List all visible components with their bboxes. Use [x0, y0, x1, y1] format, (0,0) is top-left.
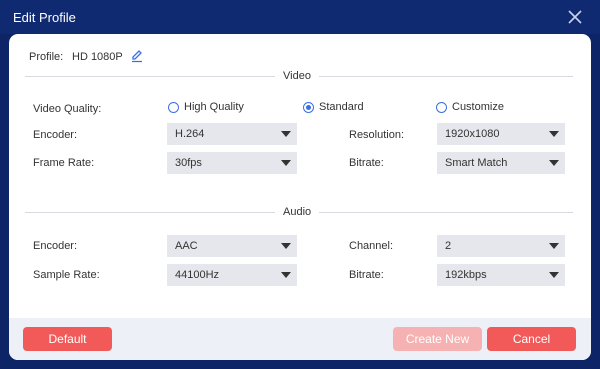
title-bar: Edit Profile — [0, 0, 600, 34]
pencil-icon[interactable] — [130, 49, 144, 63]
radio-label: High Quality — [184, 101, 244, 113]
radio-circle-checked — [303, 101, 314, 113]
sample-rate-label: Sample Rate: — [33, 269, 100, 281]
radio-circle — [436, 101, 447, 113]
chevron-down-icon — [549, 131, 559, 137]
window-title: Edit Profile — [13, 10, 76, 25]
radio-circle — [168, 101, 179, 113]
video-section-title: Video — [275, 70, 319, 82]
edit-profile-panel: Profile: HD 1080P Video Video Quality: H… — [9, 34, 591, 360]
chevron-down-icon — [281, 160, 291, 166]
audio-encoder-value: AAC — [175, 240, 198, 252]
video-encoder-select[interactable]: H.264 — [167, 123, 297, 145]
video-quality-label: Video Quality: — [33, 103, 102, 115]
audio-encoder-select[interactable]: AAC — [167, 235, 297, 257]
radio-high-quality[interactable]: High Quality — [168, 101, 244, 113]
audio-encoder-label: Encoder: — [33, 240, 78, 252]
channel-label: Channel: — [349, 240, 394, 252]
audio-bitrate-value: 192kbps — [445, 269, 487, 281]
radio-standard[interactable]: Standard — [303, 101, 364, 113]
frame-rate-label: Frame Rate: — [33, 157, 95, 169]
close-icon[interactable] — [566, 8, 584, 26]
frame-rate-value: 30fps — [175, 157, 202, 169]
chevron-down-icon — [281, 243, 291, 249]
video-bitrate-label: Bitrate: — [349, 157, 384, 169]
cancel-button[interactable]: Cancel — [487, 327, 576, 351]
profile-label: Profile: — [29, 51, 64, 63]
audio-bitrate-select[interactable]: 192kbps — [437, 264, 565, 286]
audio-bitrate-label: Bitrate: — [349, 269, 384, 281]
dialog-footer: Default Create New Cancel — [9, 318, 591, 360]
resolution-select[interactable]: 1920x1080 — [437, 123, 565, 145]
sample-rate-select[interactable]: 44100Hz — [167, 264, 297, 286]
chevron-down-icon — [281, 131, 291, 137]
chevron-down-icon — [549, 160, 559, 166]
profile-value: HD 1080P — [72, 51, 123, 63]
video-encoder-label: Encoder: — [33, 129, 78, 141]
video-encoder-value: H.264 — [175, 128, 205, 140]
frame-rate-select[interactable]: 30fps — [167, 152, 297, 174]
channel-select[interactable]: 2 — [437, 235, 565, 257]
default-button[interactable]: Default — [23, 327, 112, 351]
chevron-down-icon — [549, 272, 559, 278]
video-bitrate-select[interactable]: Smart Match — [437, 152, 565, 174]
audio-section-title: Audio — [275, 206, 320, 218]
resolution-value: 1920x1080 — [445, 128, 500, 140]
chevron-down-icon — [549, 243, 559, 249]
video-bitrate-value: Smart Match — [445, 157, 508, 169]
create-new-button[interactable]: Create New — [393, 327, 482, 351]
chevron-down-icon — [281, 272, 291, 278]
resolution-label: Resolution: — [349, 129, 405, 141]
radio-customize[interactable]: Customize — [436, 101, 504, 113]
channel-value: 2 — [445, 240, 452, 252]
radio-label: Standard — [319, 101, 364, 113]
sample-rate-value: 44100Hz — [175, 269, 220, 281]
radio-label: Customize — [452, 101, 504, 113]
